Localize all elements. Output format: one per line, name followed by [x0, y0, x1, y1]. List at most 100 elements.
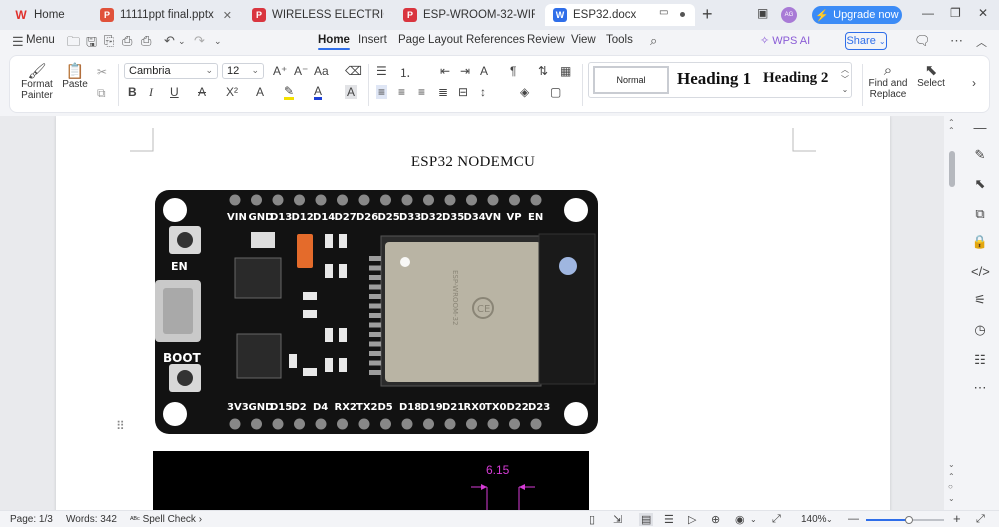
tab-view[interactable]: View: [571, 34, 596, 46]
change-case-icon[interactable]: Aa: [314, 64, 329, 78]
distribute-icon[interactable]: ⊟: [458, 85, 468, 99]
scroll-up-icon[interactable]: ⌃: [948, 126, 955, 135]
dimension-drawing-image[interactable]: 6.15: [153, 451, 589, 510]
justify-icon[interactable]: ≣: [438, 85, 448, 99]
window-mode-icon[interactable]: ▣: [757, 6, 768, 20]
esp32-board-image[interactable]: ESP-WROOM-32 CE VIN GND D13 D12 D14 D27 …: [153, 188, 600, 436]
save-icon[interactable]: 🖫: [86, 33, 97, 55]
list-icon[interactable]: ☷: [971, 352, 989, 368]
menu-button[interactable]: Menu: [26, 34, 55, 46]
spell-check-button[interactable]: ᴬᴮᶜ Spell Check ›: [130, 514, 202, 525]
style-normal[interactable]: Normal: [593, 66, 669, 94]
fullscreen-icon[interactable]: ⤢: [976, 513, 985, 526]
format-painter-button[interactable]: 🖌 Format Painter: [20, 64, 54, 101]
grow-font-icon[interactable]: A⁺: [273, 64, 287, 78]
decrease-indent-icon[interactable]: ⇤: [440, 64, 450, 78]
clear-format-icon[interactable]: ⌫: [345, 64, 362, 78]
print-preview-icon[interactable]: ⎙: [141, 33, 151, 49]
restore-icon[interactable]: ❐: [950, 6, 961, 20]
align-right-icon[interactable]: ≡: [418, 85, 425, 99]
scroll-thumb[interactable]: [949, 151, 955, 187]
focus-mode-icon[interactable]: ⇲: [613, 513, 622, 526]
vertical-scrollbar[interactable]: ⌃ ⌃ ⌄ ⌃ ○ ⌄: [944, 116, 961, 510]
tab-insert[interactable]: Insert: [358, 34, 387, 46]
search-icon[interactable]: ⌕: [650, 33, 657, 49]
chevron-down-icon[interactable]: ⌄: [750, 515, 757, 524]
pen-icon[interactable]: ✎: [971, 147, 989, 163]
tab-tools[interactable]: Tools: [606, 34, 633, 46]
style-heading-1[interactable]: Heading 1: [677, 69, 751, 89]
sliders-icon[interactable]: ⚟: [971, 292, 989, 308]
char-shading-icon[interactable]: A: [345, 85, 358, 99]
minus-icon[interactable]: —: [971, 120, 989, 135]
zoom-out-icon[interactable]: —: [848, 513, 859, 525]
upgrade-button[interactable]: ⚡ Upgrade now: [812, 6, 902, 24]
superscript-icon[interactable]: X²: [226, 85, 238, 99]
zoom-slider-knob[interactable]: [904, 516, 913, 524]
tab-page-layout[interactable]: Page Layout: [398, 34, 463, 46]
hamburger-icon[interactable]: ☰: [12, 34, 24, 50]
more-icon[interactable]: ⋯: [971, 380, 989, 396]
style-heading-2[interactable]: Heading 2: [763, 70, 828, 87]
chevron-down-icon[interactable]: ⌄: [826, 515, 833, 524]
tab-pdf-esp[interactable]: P ESP-WROOM-32-WIFI-Bluetoo: [395, 4, 543, 26]
highlight-icon[interactable]: ✎: [284, 85, 295, 100]
zoom-in-icon[interactable]: +: [953, 511, 961, 526]
fit-page-icon[interactable]: ⤢: [772, 513, 781, 526]
chinese-layout-icon[interactable]: A: [480, 64, 488, 78]
ribbon-next-icon[interactable]: ›: [972, 76, 976, 90]
page-indicator[interactable]: Page: 1/3: [10, 514, 53, 525]
document-page[interactable]: ESP32 NODEMCU ESP-WROOM-32 CE VIN GND D1…: [56, 116, 890, 510]
browse-object-icon[interactable]: ○: [948, 482, 953, 491]
undo-icon[interactable]: ↶: [164, 33, 175, 49]
export-icon[interactable]: ⎘: [104, 33, 114, 49]
lock-icon[interactable]: 🔒: [971, 234, 989, 250]
shading-icon[interactable]: ◈: [520, 85, 529, 99]
select-cursor-icon[interactable]: ⬉: [971, 176, 989, 192]
paragraph-mark-icon[interactable]: ¶: [510, 64, 516, 78]
paste-button[interactable]: 📋 Paste: [60, 64, 90, 90]
font-size-select[interactable]: 12 ⌄: [222, 63, 264, 79]
tab-home[interactable]: W Home: [6, 4, 90, 26]
close-window-icon[interactable]: ✕: [978, 6, 988, 20]
share-button[interactable]: Share ⌄: [845, 32, 887, 50]
copy-icon[interactable]: ⧉: [97, 86, 106, 101]
bullet-list-icon[interactable]: ☰: [376, 64, 387, 78]
minimize-icon[interactable]: —: [922, 6, 934, 20]
bold-icon[interactable]: B: [128, 85, 137, 99]
crop-icon[interactable]: ⧉: [971, 206, 989, 222]
tab-references[interactable]: References: [466, 34, 525, 46]
chevron-down-icon[interactable]: ⌄: [178, 36, 186, 47]
collapse-ribbon-icon[interactable]: ︿: [976, 34, 987, 50]
numbered-list-icon[interactable]: ⒈: [399, 64, 411, 81]
styles-scroll-icon[interactable]: ︿ ﹀ ⌄: [841, 65, 849, 95]
underline-icon[interactable]: U: [170, 85, 179, 99]
eye-protection-icon[interactable]: ◉: [735, 513, 745, 526]
increase-indent-icon[interactable]: ⇥: [460, 64, 470, 78]
more-icon[interactable]: ⋯: [950, 33, 963, 49]
strikethrough-icon[interactable]: A: [198, 85, 206, 99]
scroll-down-icon[interactable]: ⌄: [948, 460, 955, 469]
borders-icon[interactable]: ▢: [550, 85, 561, 99]
document-canvas[interactable]: ESP32 NODEMCU ESP-WROOM-32 CE VIN GND D1…: [0, 116, 961, 510]
open-folder-icon[interactable]: 🗀: [67, 33, 80, 55]
comment-icon[interactable]: 🗨: [914, 33, 931, 49]
redo-icon[interactable]: ↷: [194, 33, 205, 49]
tab-esp32-docx[interactable]: W ESP32.docx ▭: [545, 4, 695, 26]
monitor-icon[interactable]: ▭: [659, 7, 668, 18]
cut-icon[interactable]: ✂: [97, 65, 107, 79]
close-icon[interactable]: ✕: [223, 9, 232, 22]
align-center-icon[interactable]: ≡: [398, 85, 405, 99]
align-left-icon[interactable]: ≡: [376, 85, 388, 99]
wps-ai-button[interactable]: ✧ WPS AI: [760, 34, 810, 47]
tab-review[interactable]: Review: [527, 34, 565, 46]
find-replace-button[interactable]: ⌕ Find and Replace: [868, 63, 908, 100]
code-icon[interactable]: </>: [971, 264, 990, 279]
drag-handle-icon[interactable]: ⠿: [116, 419, 125, 433]
web-view-icon[interactable]: ⊕: [711, 513, 720, 526]
print-icon[interactable]: ⎙: [122, 33, 132, 49]
line-spacing-icon[interactable]: ↕: [480, 85, 486, 99]
tab-home[interactable]: Home: [318, 34, 350, 50]
italic-icon[interactable]: I: [149, 85, 153, 100]
zoom-level[interactable]: 140%: [801, 514, 827, 525]
